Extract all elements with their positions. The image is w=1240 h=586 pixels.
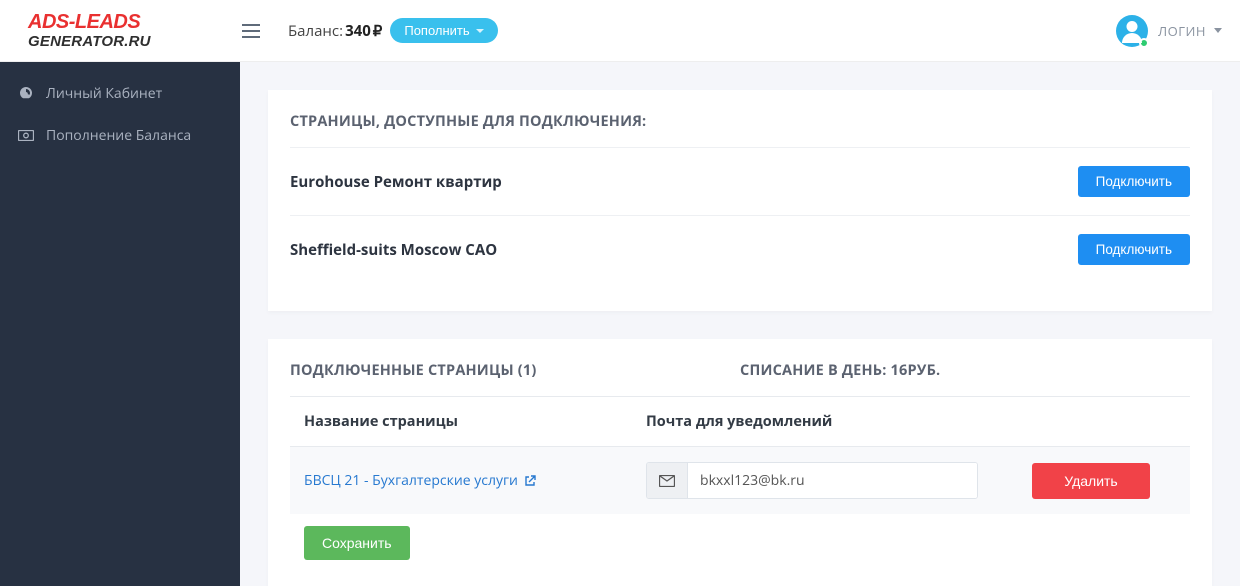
page-link[interactable]: БВСЦ 21 - Бухгалтерские услуги — [304, 471, 536, 490]
available-row: Sheffield-suits Moscow САО Подключить — [290, 215, 1190, 283]
caret-down-icon — [476, 29, 484, 33]
topbar: ADS-LEADS GENERATOR.RU Баланс: 340₽ Попо… — [0, 0, 1240, 62]
balance-amount: 340 — [345, 21, 371, 41]
menu-icon[interactable] — [242, 24, 260, 38]
available-page-name: Sheffield-suits Moscow САО — [290, 240, 497, 260]
sidebar-item-label: Личный Кабинет — [46, 84, 162, 103]
notification-email-input[interactable] — [688, 463, 977, 498]
logo: ADS-LEADS GENERATOR.RU — [10, 13, 230, 49]
topup-button[interactable]: Пополнить — [390, 18, 497, 43]
balance-label: Баланс: — [288, 21, 343, 41]
avatar — [1116, 15, 1148, 47]
available-row: Eurohouse Ремонт квартир Подключить — [290, 147, 1190, 215]
daily-charge-label: СПИСАНИЕ В ДЕНЬ: 16РУБ. — [740, 361, 1190, 380]
panel-title: СТРАНИЦЫ, ДОСТУПНЫЕ ДЛЯ ПОДКЛЮЧЕНИЯ: — [290, 112, 1190, 131]
table-row: БВСЦ 21 - Бухгалтерские услуги — [290, 447, 1190, 515]
available-page-name: Eurohouse Ремонт квартир — [290, 172, 502, 192]
available-pages-panel: СТРАНИЦЫ, ДОСТУПНЫЕ ДЛЯ ПОДКЛЮЧЕНИЯ: Eur… — [268, 90, 1212, 311]
main-content: СТРАНИЦЫ, ДОСТУПНЫЕ ДЛЯ ПОДКЛЮЧЕНИЯ: Eur… — [240, 62, 1240, 586]
sidebar: Личный Кабинет Пополнение Баланса — [0, 62, 240, 586]
balance: Баланс: 340₽ Пополнить — [288, 18, 498, 43]
caret-down-icon — [1214, 28, 1222, 33]
sidebar-item-label: Пополнение Баланса — [46, 126, 191, 145]
logo-line1: ADS-LEADS — [28, 11, 140, 33]
connect-button[interactable]: Подключить — [1078, 166, 1190, 197]
col-mail: Почта для уведомлений — [632, 397, 992, 447]
logo-line2: GENERATOR.RU — [28, 33, 151, 50]
mail-icon — [647, 463, 688, 498]
balance-currency: ₽ — [373, 21, 383, 41]
sidebar-item-balance[interactable]: Пополнение Баланса — [0, 114, 240, 156]
connected-table: Название страницы Почта для уведомлений … — [290, 396, 1190, 514]
dashboard-icon — [18, 85, 36, 101]
col-page-name: Название страницы — [290, 397, 632, 447]
sidebar-item-dashboard[interactable]: Личный Кабинет — [0, 72, 240, 114]
delete-button[interactable]: Удалить — [1032, 463, 1149, 499]
connect-button[interactable]: Подключить — [1078, 234, 1190, 265]
status-dot-icon — [1139, 38, 1149, 48]
user-name-label: ЛОГИН — [1158, 22, 1206, 40]
connected-pages-panel: ПОДКЛЮЧЕННЫЕ СТРАНИЦЫ (1) СПИСАНИЕ В ДЕН… — [268, 339, 1212, 586]
panel-title: ПОДКЛЮЧЕННЫЕ СТРАНИЦЫ (1) — [290, 361, 740, 380]
col-action — [992, 397, 1190, 447]
save-button[interactable]: Сохранить — [304, 526, 410, 560]
money-icon — [18, 130, 36, 141]
user-menu[interactable]: ЛОГИН — [1116, 15, 1222, 47]
mail-input-group — [646, 462, 978, 499]
external-link-icon — [524, 471, 536, 490]
